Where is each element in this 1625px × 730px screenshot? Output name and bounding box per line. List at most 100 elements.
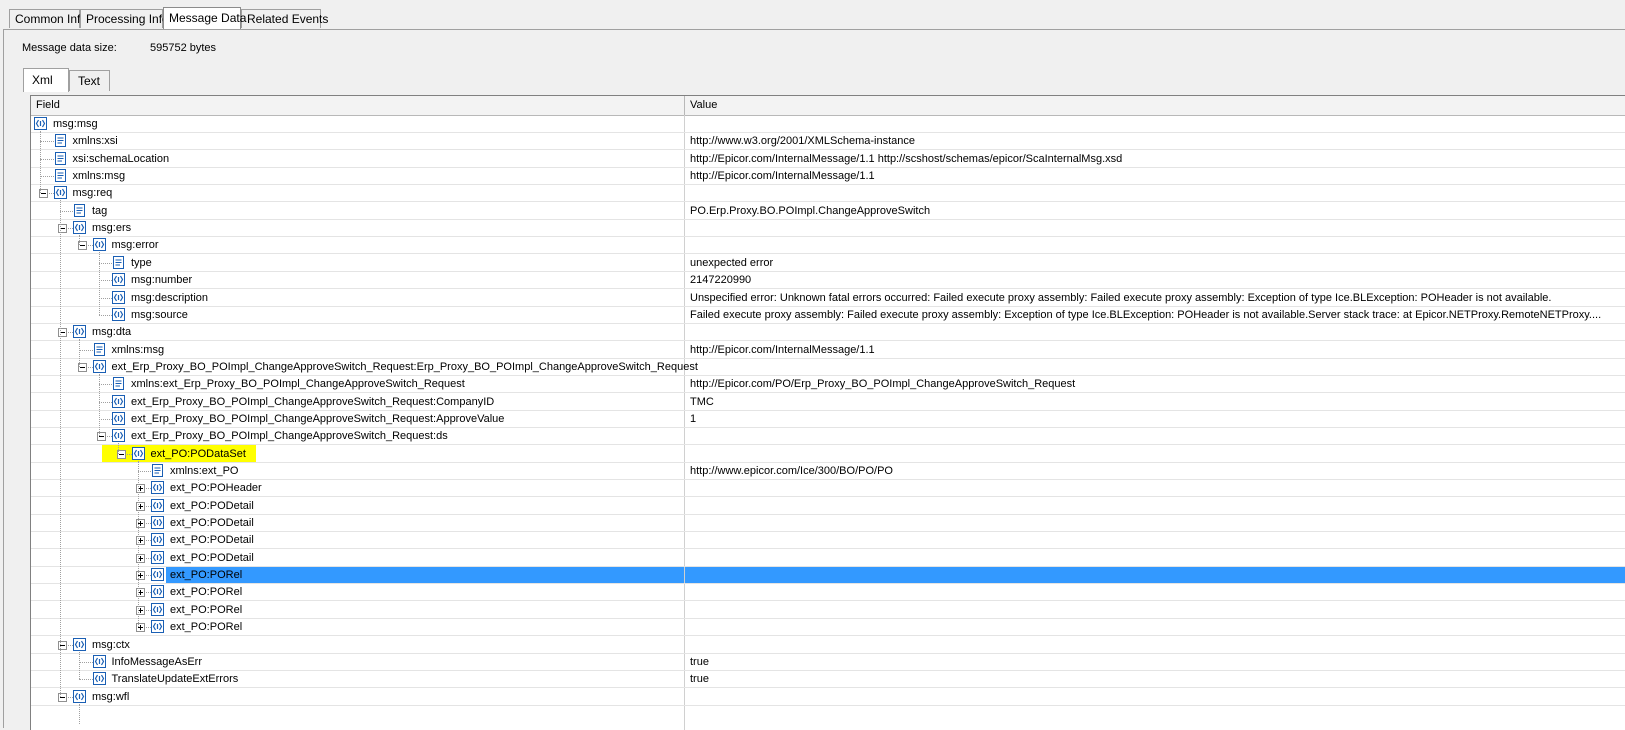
field-cell[interactable]: ext_Erp_Proxy_BO_POImpl_ChangeApproveSwi… — [31, 359, 698, 375]
tab-processing-info[interactable]: Processing Info — [80, 9, 169, 28]
value-cell[interactable] — [685, 619, 1625, 635]
value-cell[interactable]: true — [685, 654, 1625, 670]
field-cell[interactable]: ext_PO:POHeader — [31, 480, 684, 496]
tab-related-events[interactable]: Related Events — [241, 9, 328, 28]
field-cell[interactable]: xmlns:xsi — [31, 133, 684, 149]
field-cell[interactable]: xmlns:ext_PO — [31, 463, 684, 479]
field-cell[interactable]: TranslateUpdateExtErrors — [31, 671, 684, 687]
field-cell[interactable]: msg:source — [31, 307, 684, 323]
tree-row[interactable]: msg:source Failed execute proxy assembly:… — [31, 307, 1625, 324]
field-cell[interactable]: ext_PO:PODetail — [31, 515, 684, 531]
value-cell[interactable]: TMC — [685, 394, 1625, 410]
value-cell[interactable] — [685, 359, 1625, 375]
value-cell[interactable] — [685, 237, 1625, 253]
field-cell[interactable]: ext_PO:PODetail — [31, 532, 684, 548]
field-cell[interactable]: msg:description — [31, 290, 684, 306]
tree-row[interactable]: TranslateUpdateExtErrors true — [31, 671, 1625, 689]
tree-row[interactable]: xmlns:ext_Erp_Proxy_BO_POImpl_ChangeAppr… — [31, 376, 1625, 394]
field-cell[interactable]: ext_Erp_Proxy_BO_POImpl_ChangeApproveSwi… — [31, 428, 684, 444]
value-cell[interactable]: unexpected error — [685, 255, 1625, 271]
value-cell[interactable] — [685, 116, 1625, 132]
value-cell[interactable] — [685, 185, 1625, 201]
field-cell[interactable]: xmlns:msg — [31, 168, 684, 184]
field-cell[interactable]: ext_PO:PODetail — [31, 550, 684, 566]
value-cell[interactable]: http://Epicor.com/InternalMessage/1.1 ht… — [685, 151, 1625, 167]
tab-text[interactable]: Text — [69, 70, 110, 91]
tree-row[interactable]: msg:description Unspecified error: Unknow… — [31, 290, 1625, 307]
tab-common-info[interactable]: Common Info — [9, 9, 87, 28]
tree-row[interactable]: ext_PO:PORel — [31, 602, 1625, 619]
tree-row[interactable]: msg:req — [31, 185, 1625, 203]
value-cell[interactable]: Failed execute proxy assembly: Failed ex… — [685, 307, 1625, 323]
column-header-value[interactable]: Value — [685, 96, 1625, 115]
tree-row[interactable]: ext_PO:PORel — [31, 619, 1625, 637]
tree-row[interactable]: msg:ers — [31, 220, 1625, 238]
tree-row[interactable]: ext_Erp_Proxy_BO_POImpl_ChangeApproveSwi… — [31, 359, 1625, 376]
tree-row[interactable]: ext_PO:PODetail — [31, 515, 1625, 533]
value-cell[interactable]: http://Epicor.com/InternalMessage/1.1 — [685, 342, 1625, 358]
field-cell[interactable]: InfoMessageAsErr — [31, 654, 684, 670]
field-cell[interactable]: type — [31, 255, 684, 271]
field-cell[interactable]: ext_PO:PODetail — [31, 498, 684, 514]
value-cell[interactable] — [685, 324, 1625, 340]
field-cell[interactable]: msg:wfl — [31, 689, 684, 705]
field-cell[interactable]: msg:number — [31, 272, 684, 288]
field-cell[interactable]: msg:req — [31, 185, 684, 201]
field-cell[interactable]: ext_PO:PORel — [31, 584, 684, 600]
value-cell[interactable] — [685, 446, 1625, 462]
field-cell[interactable]: msg:msg — [31, 116, 684, 132]
value-cell[interactable] — [685, 637, 1625, 653]
value-cell[interactable]: http://Epicor.com/PO/Erp_Proxy_BO_POImpl… — [685, 376, 1625, 392]
tree-row[interactable]: msg:number 2147220990 — [31, 272, 1625, 290]
value-cell[interactable] — [685, 602, 1625, 618]
tree-row[interactable]: ext_PO:POHeader — [31, 480, 1625, 498]
tree-row[interactable]: xmlns:msg http://Epicor.com/InternalMessa… — [31, 342, 1625, 359]
field-cell[interactable]: xsi:schemaLocation — [31, 151, 684, 167]
tab-xml[interactable]: Xml — [23, 68, 69, 92]
tree-row[interactable]: msg:error — [31, 237, 1625, 255]
tree-row[interactable]: ext_Erp_Proxy_BO_POImpl_ChangeApproveSwi… — [31, 428, 1625, 446]
tree-row[interactable]: ext_PO:PODetail — [31, 532, 1625, 550]
tree-row[interactable]: ext_PO:PODataSet — [31, 444, 1625, 463]
tree-row[interactable]: xmlns:msg http://Epicor.com/InternalMessa… — [31, 168, 1625, 186]
value-cell[interactable] — [685, 550, 1625, 566]
value-cell[interactable]: 2147220990 — [685, 272, 1625, 288]
field-cell[interactable]: ext_PO:PORel — [31, 567, 684, 584]
value-cell[interactable] — [685, 567, 1625, 584]
field-cell[interactable]: msg:ctx — [31, 637, 684, 653]
tree-row[interactable]: ext_PO:PORel — [31, 567, 1625, 585]
value-cell[interactable] — [685, 689, 1625, 705]
value-cell[interactable] — [685, 428, 1625, 444]
value-cell[interactable]: http://www.w3.org/2001/XMLSchema-instanc… — [685, 133, 1625, 149]
value-cell[interactable]: PO.Erp.Proxy.BO.POImpl.ChangeApproveSwit… — [685, 203, 1625, 219]
tree-row[interactable]: msg:dta — [31, 324, 1625, 342]
tree-row[interactable]: xmlns:ext_PO http://www.epicor.com/Ice/30… — [31, 463, 1625, 480]
value-cell[interactable] — [685, 584, 1625, 600]
tab-message-data[interactable]: Message Data — [163, 7, 246, 29]
value-cell[interactable] — [685, 532, 1625, 548]
field-cell[interactable]: ext_Erp_Proxy_BO_POImpl_ChangeApproveSwi… — [31, 394, 684, 410]
value-cell[interactable] — [685, 515, 1625, 531]
value-cell[interactable]: Unspecified error: Unknown fatal errors … — [685, 290, 1625, 306]
tree-row[interactable]: tag PO.Erp.Proxy.BO.POImpl.ChangeApproveS… — [31, 203, 1625, 220]
tree-row[interactable]: ext_PO:PORel — [31, 584, 1625, 602]
field-cell[interactable]: ext_Erp_Proxy_BO_POImpl_ChangeApproveSwi… — [31, 411, 684, 427]
field-cell[interactable]: msg:ers — [31, 220, 684, 236]
tree-row[interactable]: msg:ctx — [31, 637, 1625, 654]
field-cell[interactable]: tag — [31, 203, 684, 219]
column-header-field[interactable]: Field — [31, 96, 684, 115]
tree-row[interactable]: ext_PO:PODetail — [31, 550, 1625, 567]
value-cell[interactable] — [685, 480, 1625, 496]
tree-row[interactable]: msg:msg — [31, 116, 1625, 133]
field-cell[interactable]: ext_PO:PODataSet — [31, 444, 684, 462]
field-cell[interactable]: ext_PO:PORel — [31, 619, 684, 635]
field-cell[interactable]: xmlns:msg — [31, 342, 684, 358]
value-cell[interactable]: true — [685, 671, 1625, 687]
field-cell[interactable]: msg:dta — [31, 324, 684, 340]
value-cell[interactable] — [685, 498, 1625, 514]
tree-row[interactable]: InfoMessageAsErr true — [31, 654, 1625, 671]
tree-row[interactable]: msg:wfl — [31, 689, 1625, 706]
value-cell[interactable]: http://www.epicor.com/Ice/300/BO/PO/PO — [685, 463, 1625, 479]
value-cell[interactable] — [685, 220, 1625, 236]
field-cell[interactable]: msg:error — [31, 237, 684, 253]
